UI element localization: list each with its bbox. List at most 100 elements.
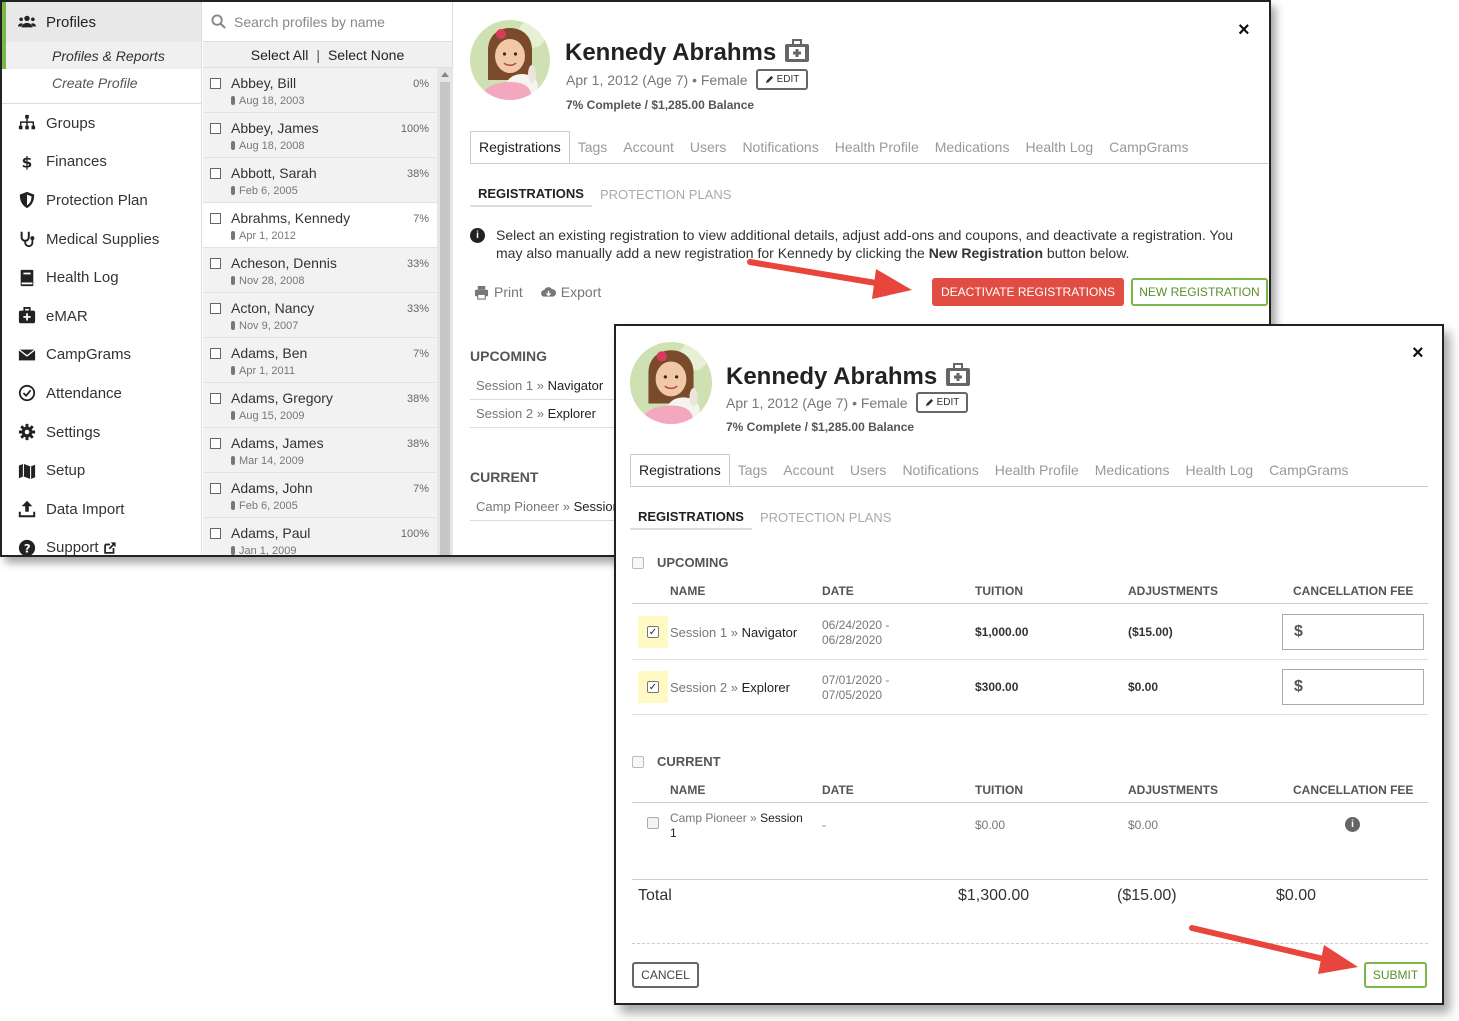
table-row[interactable]: ✓ Session 2 » Explorer 07/01/2020 -07/05… xyxy=(632,660,1428,715)
profile-row[interactable]: Adams, Ben Apr 1, 2011 7% xyxy=(203,338,437,383)
profile-search[interactable]: Search profiles by name xyxy=(203,2,452,42)
col-cancellation-fee: CANCELLATION FEE xyxy=(1293,783,1414,797)
row-checkbox[interactable] xyxy=(210,303,221,314)
edit-button[interactable]: EDIT xyxy=(915,392,969,413)
profile-pct: 100% xyxy=(400,528,429,540)
tab-account[interactable]: Account xyxy=(615,131,682,163)
tab-registrations[interactable]: Registrations xyxy=(630,454,730,486)
current-select-all-checkbox[interactable] xyxy=(632,755,644,768)
tab-tags[interactable]: Tags xyxy=(730,454,776,486)
tab-account[interactable]: Account xyxy=(775,454,842,486)
table-row[interactable]: Camp Pioneer » Session 1 - $0.00 $0.00 i xyxy=(632,804,1428,859)
row-checkbox[interactable] xyxy=(210,528,221,539)
profile-pct: 0% xyxy=(413,78,429,90)
bg-current-row-1[interactable]: Camp Pioneer » Session xyxy=(470,493,620,521)
tab-medications[interactable]: Medications xyxy=(1087,454,1178,486)
row-checkbox[interactable] xyxy=(210,258,221,269)
sidebar-item-campgrams[interactable]: CampGrams xyxy=(2,336,201,375)
row-checkbox[interactable] xyxy=(210,168,221,179)
sidebar-item-settings[interactable]: Settings xyxy=(2,413,201,452)
col-adjustments: ADJUSTMENTS xyxy=(1128,783,1219,797)
current-label: CURRENT xyxy=(657,754,721,769)
row-checkbox[interactable] xyxy=(210,348,221,359)
sidebar-item-medical-supplies[interactable]: Medical Supplies xyxy=(2,220,201,259)
row-checkbox[interactable] xyxy=(647,817,659,829)
sidebar-item-data-import[interactable]: Data Import xyxy=(2,490,201,529)
tab-users[interactable]: Users xyxy=(682,131,735,163)
sidebar-item-support[interactable]: ? Support xyxy=(2,529,201,555)
tab-users[interactable]: Users xyxy=(842,454,895,486)
profile-pct: 7% xyxy=(413,483,429,495)
profile-row[interactable]: Abbey, James Aug 18, 2008 100% xyxy=(203,113,437,158)
row-checkbox-checked[interactable]: ✓ xyxy=(647,681,659,693)
select-all-link[interactable]: Select All xyxy=(251,47,309,63)
bg-upcoming-row-2[interactable]: Session 2 » Explorer xyxy=(470,400,620,428)
sidebar-item-profiles[interactable]: Profiles xyxy=(2,2,201,42)
profile-row[interactable]: Acheson, Dennis Nov 28, 2008 33% xyxy=(203,248,437,293)
sidebar-item-health-log[interactable]: Health Log xyxy=(2,258,201,297)
profile-row-selected[interactable]: Abrahms, Kennedy Apr 1, 2012 7% xyxy=(203,203,437,248)
row-checkbox[interactable] xyxy=(210,123,221,134)
row-checkbox[interactable] xyxy=(210,483,221,494)
info-icon[interactable]: i xyxy=(1345,817,1360,832)
profile-row[interactable]: Adams, Gregory Aug 15, 2009 38% xyxy=(203,383,437,428)
subtab-registrations[interactable]: REGISTRATIONS xyxy=(470,181,592,207)
upcoming-select-all-checkbox[interactable] xyxy=(632,556,644,569)
edit-button[interactable]: EDIT xyxy=(755,69,809,90)
row-checkbox[interactable] xyxy=(210,78,221,89)
cancellation-fee-input[interactable]: $ xyxy=(1282,669,1424,705)
profile-name: Adams, Gregory xyxy=(231,390,333,406)
sidebar-sub-profiles-reports[interactable]: Profiles & Reports xyxy=(2,42,201,69)
camp-name: Camp Pioneer xyxy=(670,811,747,825)
close-icon[interactable]: × xyxy=(1412,343,1424,363)
subtab-protection-plans[interactable]: PROTECTION PLANS xyxy=(592,181,739,207)
profile-row[interactable]: Adams, Paul Jan 1, 2009 100% xyxy=(203,518,437,555)
profile-row[interactable]: Adams, James Mar 14, 2009 38% xyxy=(203,428,437,473)
row-checkbox[interactable] xyxy=(210,213,221,224)
tab-medications[interactable]: Medications xyxy=(927,131,1018,163)
sidebar-item-protection-plan[interactable]: Protection Plan xyxy=(2,181,201,220)
tab-health-profile[interactable]: Health Profile xyxy=(827,131,927,163)
tab-health-log[interactable]: Health Log xyxy=(1177,454,1261,486)
profile-name: Acheson, Dennis xyxy=(231,255,337,271)
tab-tags[interactable]: Tags xyxy=(570,131,616,163)
sidebar-item-attendance[interactable]: Attendance xyxy=(2,374,201,413)
cancellation-fee-input[interactable]: $ xyxy=(1282,614,1424,650)
row-checkbox-checked[interactable]: ✓ xyxy=(647,626,659,638)
export-link[interactable]: Export xyxy=(540,284,601,300)
cancel-button[interactable]: CANCEL xyxy=(632,962,699,988)
bg-upcoming-row-1[interactable]: Session 1 » Navigator xyxy=(470,372,620,400)
scroll-up-arrow[interactable] xyxy=(441,72,449,77)
tab-notifications[interactable]: Notifications xyxy=(734,131,826,163)
select-none-link[interactable]: Select None xyxy=(328,47,404,63)
close-icon[interactable]: × xyxy=(1238,20,1250,40)
tab-health-log[interactable]: Health Log xyxy=(1017,131,1101,163)
sidebar-sub-create-profile[interactable]: Create Profile xyxy=(2,69,201,96)
print-link[interactable]: Print xyxy=(474,284,523,300)
tab-campgrams[interactable]: CampGrams xyxy=(1101,131,1196,163)
new-registration-button[interactable]: NEW REGISTRATION xyxy=(1131,278,1268,306)
row-checkbox[interactable] xyxy=(210,438,221,449)
search-input[interactable]: Search profiles by name xyxy=(234,14,385,30)
scroll-thumb[interactable] xyxy=(440,82,450,555)
deactivate-registrations-button[interactable]: DEACTIVATE REGISTRATIONS xyxy=(932,278,1124,306)
subtab-protection-plans[interactable]: PROTECTION PLANS xyxy=(752,504,899,530)
sidebar-item-setup[interactable]: Setup xyxy=(2,451,201,490)
table-row[interactable]: ✓ Session 1 » Navigator 06/24/2020 -06/2… xyxy=(632,605,1428,660)
sidebar-item-finances[interactable]: $ Finances xyxy=(2,143,201,182)
profile-row[interactable]: Acton, Nancy Nov 9, 2007 33% xyxy=(203,293,437,338)
tab-health-profile[interactable]: Health Profile xyxy=(987,454,1087,486)
profile-row[interactable]: Abbott, Sarah Feb 6, 2005 38% xyxy=(203,158,437,203)
profile-list-scrollbar[interactable] xyxy=(437,68,453,555)
submit-button[interactable]: SUBMIT xyxy=(1364,962,1427,988)
tab-campgrams[interactable]: CampGrams xyxy=(1261,454,1356,486)
tab-notifications[interactable]: Notifications xyxy=(894,454,986,486)
profile-row[interactable]: Adams, John Feb 6, 2005 7% xyxy=(203,473,437,518)
sidebar-item-groups[interactable]: Groups xyxy=(2,104,201,143)
subtab-registrations[interactable]: REGISTRATIONS xyxy=(630,504,752,530)
profile-row[interactable]: Abbey, Bill Aug 18, 2003 0% xyxy=(203,68,437,113)
profile-pct: 38% xyxy=(406,393,429,405)
tab-registrations[interactable]: Registrations xyxy=(470,131,570,163)
sidebar-item-emar[interactable]: eMAR xyxy=(2,297,201,336)
row-checkbox[interactable] xyxy=(210,393,221,404)
